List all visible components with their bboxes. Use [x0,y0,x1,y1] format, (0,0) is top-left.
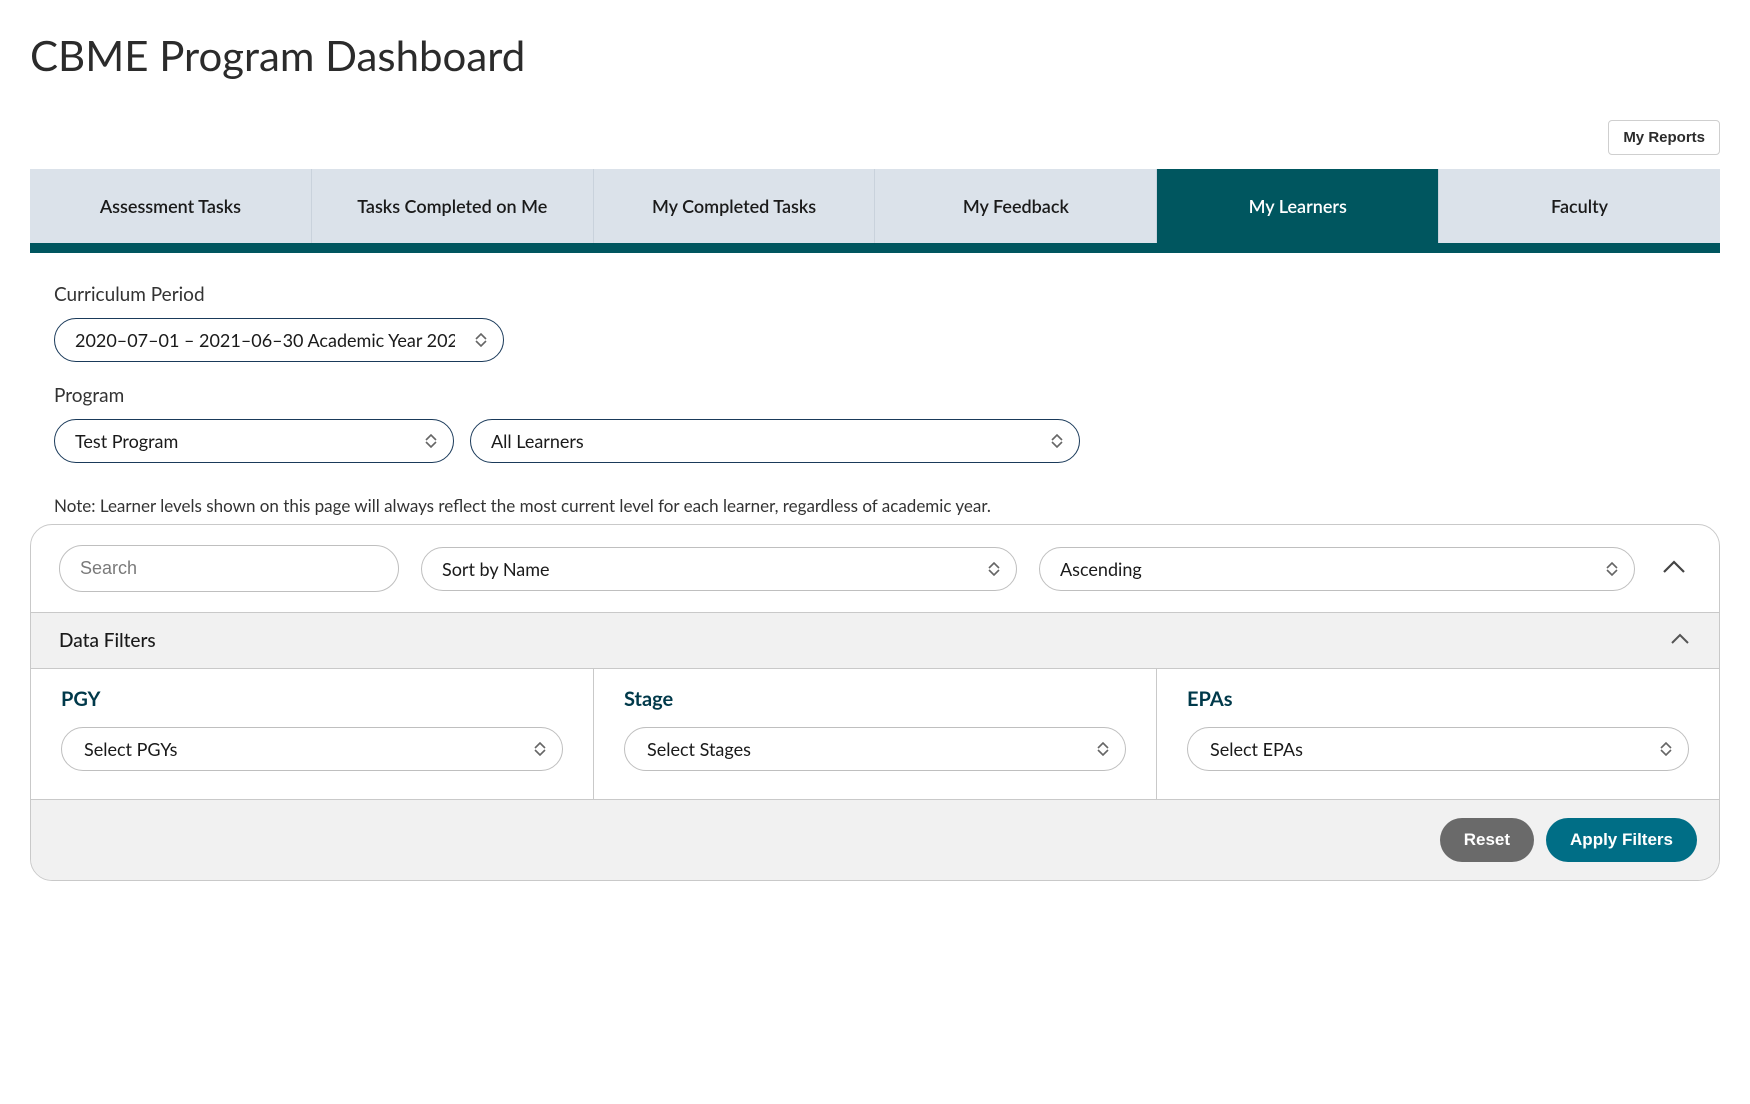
filter-cell-pgy: PGY Select PGYs [31,669,594,799]
data-filters-title: Data Filters [59,629,156,652]
my-reports-button[interactable]: My Reports [1608,120,1720,155]
chevron-up-down-icon [534,742,546,756]
chevron-up-down-icon [475,333,487,347]
chevron-up-down-icon [1051,434,1063,448]
curriculum-period-label: Curriculum Period [54,283,1696,306]
filter-cell-stage: Stage Select Stages [594,669,1157,799]
pgy-label: PGY [61,687,563,711]
data-filters-grid: PGY Select PGYs Stage Select Stages EPAs [31,669,1719,800]
learners-panel: Sort by Name Ascending Data Filters PGY [30,524,1720,881]
sort-by-select[interactable]: Sort by Name [421,547,1017,591]
pgy-select[interactable]: Select PGYs [61,727,563,771]
panel-footer: Reset Apply Filters [31,800,1719,880]
stage-value: Select Stages [647,738,751,760]
tabs-bar: Assessment Tasks Tasks Completed on Me M… [30,169,1720,253]
chevron-up-down-icon [1097,742,1109,756]
tab-assessment-tasks[interactable]: Assessment Tasks [30,169,312,243]
sort-order-select[interactable]: Ascending [1039,547,1635,591]
top-actions: My Reports [30,120,1720,155]
filter-cell-epas: EPAs Select EPAs [1157,669,1719,799]
chevron-up-icon [1661,559,1687,575]
data-filters-header[interactable]: Data Filters [31,612,1719,669]
stage-select[interactable]: Select Stages [624,727,1126,771]
epas-value: Select EPAs [1210,738,1303,760]
tab-my-learners[interactable]: My Learners [1157,169,1439,243]
curriculum-period-value: 2020–07–01 – 2021–06–30 Academic Year 20… [75,329,455,351]
search-input[interactable] [59,545,399,592]
pgy-value: Select PGYs [84,738,177,760]
tab-faculty[interactable]: Faculty [1439,169,1720,243]
sort-by-value: Sort by Name [442,558,550,580]
chevron-up-icon [1669,631,1691,650]
epas-label: EPAs [1187,687,1689,711]
program-label: Program [54,384,1696,407]
chevron-up-down-icon [1606,562,1618,576]
learner-levels-note: Note: Learner levels shown on this page … [30,495,1720,524]
curriculum-period-select[interactable]: 2020–07–01 – 2021–06–30 Academic Year 20… [54,318,504,362]
chevron-up-down-icon [425,434,437,448]
program-value: Test Program [75,430,178,452]
tab-tasks-completed-on-me[interactable]: Tasks Completed on Me [312,169,594,243]
tab-my-feedback[interactable]: My Feedback [875,169,1157,243]
filter-form: Curriculum Period 2020–07–01 – 2021–06–3… [30,253,1720,495]
tab-my-completed-tasks[interactable]: My Completed Tasks [594,169,876,243]
apply-filters-button[interactable]: Apply Filters [1546,818,1697,862]
learners-select[interactable]: All Learners [470,419,1080,463]
chevron-up-down-icon [1660,742,1672,756]
stage-label: Stage [624,687,1126,711]
program-select[interactable]: Test Program [54,419,454,463]
learners-value: All Learners [491,430,584,452]
epas-select[interactable]: Select EPAs [1187,727,1689,771]
chevron-up-down-icon [988,562,1000,576]
panel-collapse-toggle[interactable] [1657,555,1691,583]
panel-controls: Sort by Name Ascending [31,525,1719,612]
page-title: CBME Program Dashboard [30,30,1720,80]
reset-button[interactable]: Reset [1440,818,1534,862]
sort-order-value: Ascending [1060,558,1142,580]
